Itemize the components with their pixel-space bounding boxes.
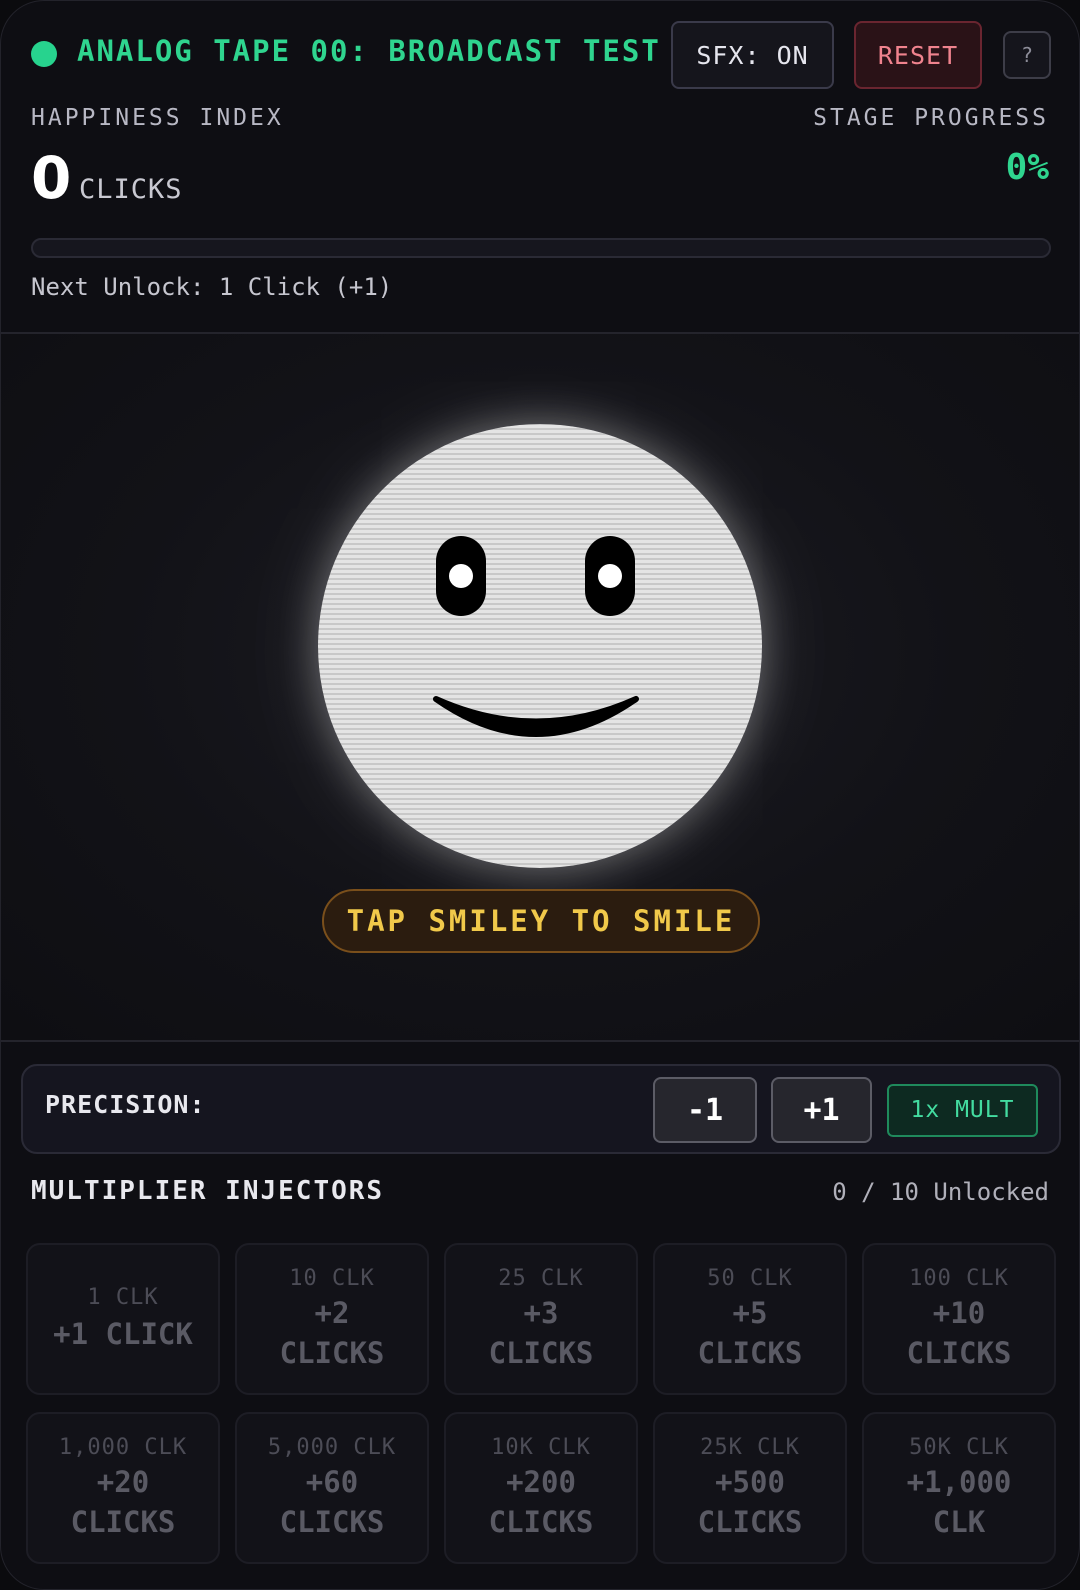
injector-reward: +200 bbox=[506, 1464, 576, 1499]
injector-reward: +500 bbox=[715, 1464, 785, 1499]
clicks-unit: CLICKS bbox=[79, 174, 183, 205]
injector-cost: 10K CLK bbox=[491, 1434, 591, 1460]
injector-unit: CLICKS bbox=[279, 1335, 385, 1370]
injector-cost: 50K CLK bbox=[909, 1434, 1009, 1460]
stage-progress-label: STAGE PROGRESS bbox=[813, 105, 1049, 131]
tape-title: ANALOG TAPE 00: BROADCAST TEST bbox=[77, 34, 661, 68]
smiley-face-icon bbox=[433, 536, 639, 737]
help-button[interactable]: ? bbox=[1003, 31, 1051, 79]
stage-progress-percent: 0% bbox=[1005, 147, 1049, 188]
injector-cost: 100 CLK bbox=[909, 1265, 1009, 1291]
injector-card[interactable]: 1,000 CLK +20 CLICKS bbox=[26, 1412, 220, 1564]
injector-card[interactable]: 100 CLK +10 CLICKS bbox=[862, 1243, 1056, 1395]
injector-unit: CLICKS bbox=[697, 1504, 803, 1539]
sfx-toggle-button[interactable]: SFX: ON bbox=[671, 21, 834, 89]
injector-cost: 1 CLK bbox=[87, 1284, 159, 1310]
injector-unit: CLICKS bbox=[906, 1335, 1012, 1370]
injector-unit: CLICKS bbox=[70, 1504, 176, 1539]
injector-reward: +5 bbox=[732, 1295, 768, 1330]
injector-card[interactable]: 50K CLK +1,000 CLK bbox=[862, 1412, 1056, 1564]
injector-cost: 10 CLK bbox=[289, 1265, 375, 1291]
injector-card[interactable]: 25K CLK +500 CLICKS bbox=[653, 1412, 847, 1564]
injector-card[interactable]: 5,000 CLK +60 CLICKS bbox=[235, 1412, 429, 1564]
injector-card[interactable]: 25 CLK +3 CLICKS bbox=[444, 1243, 638, 1395]
stage-progress-bar bbox=[31, 238, 1051, 258]
multiplier-badge: 1x MULT bbox=[887, 1084, 1038, 1137]
injector-card[interactable]: 10 CLK +2 CLICKS bbox=[235, 1243, 429, 1395]
smiley-face-button[interactable] bbox=[318, 424, 762, 868]
header: ANALOG TAPE 00: BROADCAST TEST SFX: ON R… bbox=[31, 21, 1051, 91]
injector-card[interactable]: 10K CLK +200 CLICKS bbox=[444, 1412, 638, 1564]
injector-cost: 1,000 CLK bbox=[58, 1434, 188, 1460]
injector-reward: +3 bbox=[523, 1295, 559, 1330]
injector-unit: CLICKS bbox=[488, 1335, 594, 1370]
happiness-index-label: HAPPINESS INDEX bbox=[31, 105, 284, 131]
precision-increment-button[interactable]: +1 bbox=[771, 1077, 872, 1143]
injector-reward: +20 bbox=[96, 1464, 150, 1499]
injector-card[interactable]: 50 CLK +5 CLICKS bbox=[653, 1243, 847, 1395]
stage-area: TAP SMILEY TO SMILE bbox=[1, 332, 1079, 1042]
injector-unit: CLK bbox=[932, 1504, 986, 1539]
injectors-grid: 1 CLK +1 CLICK 10 CLK +2 CLICKS 25 CLK +… bbox=[26, 1243, 1056, 1564]
reset-button[interactable]: RESET bbox=[854, 21, 982, 89]
injector-cost: 50 CLK bbox=[707, 1265, 793, 1291]
injectors-unlocked-count: 0 / 10 Unlocked bbox=[832, 1178, 1049, 1206]
precision-panel: PRECISION: -1 +1 1x MULT bbox=[21, 1064, 1061, 1154]
injector-cost: 25K CLK bbox=[700, 1434, 800, 1460]
injector-reward: +1 CLICK bbox=[53, 1316, 193, 1351]
injector-reward: +1,000 bbox=[906, 1464, 1012, 1499]
clicks-count: 0 bbox=[31, 144, 72, 212]
injector-reward: +2 bbox=[314, 1295, 350, 1330]
precision-decrement-button[interactable]: -1 bbox=[653, 1077, 757, 1143]
injector-card[interactable]: 1 CLK +1 CLICK bbox=[26, 1243, 220, 1395]
injector-unit: CLICKS bbox=[488, 1504, 594, 1539]
injectors-title: MULTIPLIER INJECTORS bbox=[31, 1176, 385, 1206]
next-unlock-text: Next Unlock: 1 Click (+1) bbox=[31, 273, 393, 301]
tap-hint-label: TAP SMILEY TO SMILE bbox=[322, 889, 760, 953]
injector-reward: +60 bbox=[305, 1464, 359, 1499]
status-dot-icon bbox=[31, 41, 57, 67]
injector-cost: 25 CLK bbox=[498, 1265, 584, 1291]
precision-label: PRECISION: bbox=[45, 1090, 206, 1119]
injector-reward: +10 bbox=[932, 1295, 986, 1330]
injector-unit: CLICKS bbox=[697, 1335, 803, 1370]
injector-cost: 5,000 CLK bbox=[267, 1434, 397, 1460]
app-window: ANALOG TAPE 00: BROADCAST TEST SFX: ON R… bbox=[0, 0, 1080, 1590]
injector-unit: CLICKS bbox=[279, 1504, 385, 1539]
